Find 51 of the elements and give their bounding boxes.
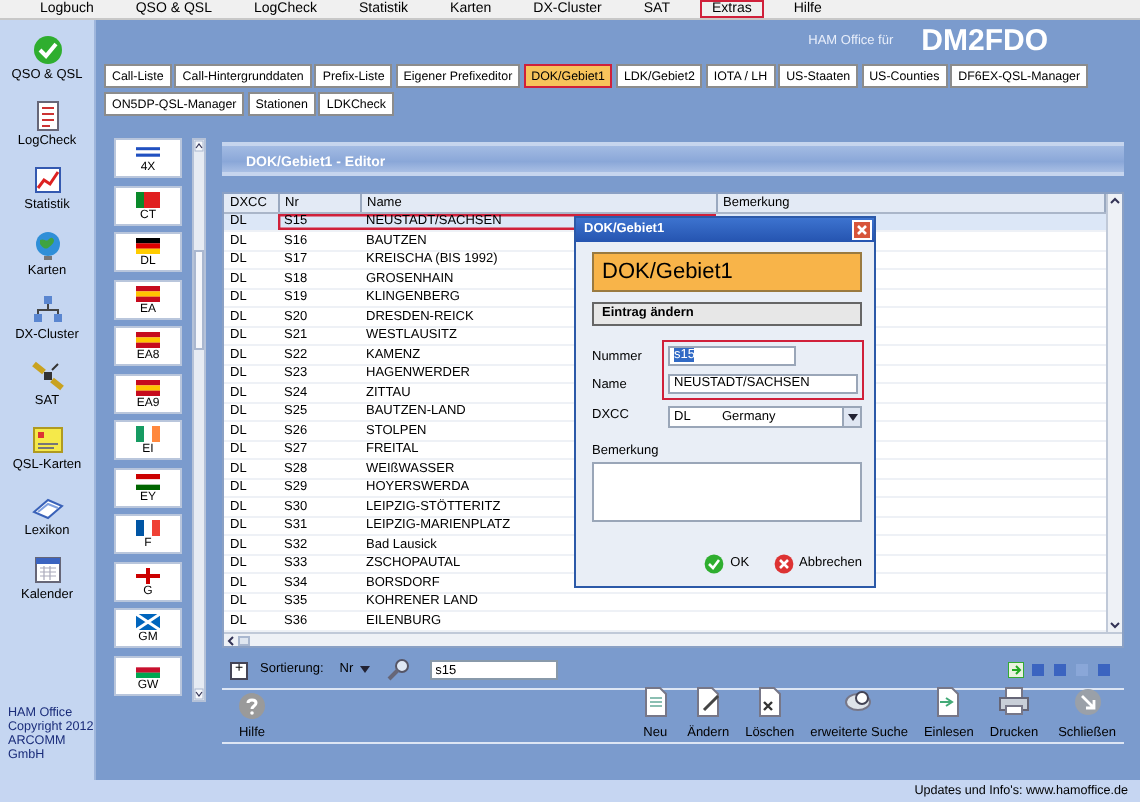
flag-icon: [136, 191, 160, 207]
scroll-up-icon: [1108, 194, 1122, 208]
check-circle-icon: [31, 34, 63, 66]
flag-icon: [136, 661, 160, 677]
delete-document-icon: [753, 685, 786, 718]
label-icon: [31, 424, 63, 456]
flag-icon: [136, 473, 160, 489]
x-icon: [773, 554, 794, 574]
scroll-thumb[interactable]: [238, 636, 250, 646]
scrollbar[interactable]: [1106, 194, 1122, 632]
flag-icon: [136, 144, 160, 160]
scroll-down-icon: [1108, 618, 1122, 632]
import-document-icon: [932, 685, 965, 718]
close-icon: [856, 224, 868, 236]
search-icon: [385, 658, 410, 682]
caret-icon: [359, 666, 370, 674]
satellite-icon: [31, 359, 63, 391]
callsign-title: DM2FDO: [921, 24, 1048, 60]
scrollbar[interactable]: [224, 632, 1122, 646]
scroll-left-icon: [224, 634, 238, 648]
globe-icon: [31, 229, 63, 261]
flag-icon: [136, 567, 160, 583]
square-icon: [1030, 662, 1046, 678]
flag-icon: [136, 520, 160, 536]
square-icon: [1052, 662, 1068, 678]
square-icon: [1096, 662, 1112, 678]
scroll-up-icon: [194, 140, 204, 152]
flag-icon: [136, 379, 160, 395]
flag-icon: [136, 426, 160, 442]
caret-icon: [847, 413, 857, 421]
network-icon: [31, 294, 63, 326]
flag-icon: [136, 332, 160, 348]
checklist-icon: [31, 99, 63, 131]
edit-document-icon: [692, 685, 725, 718]
scroll-down-icon: [194, 688, 204, 700]
close-button[interactable]: [852, 220, 872, 240]
arrow-icon: [1008, 662, 1024, 678]
check-icon: [704, 554, 725, 574]
document-icon: [639, 685, 672, 718]
scrollbar[interactable]: [192, 138, 206, 702]
remark-textarea[interactable]: [592, 462, 862, 523]
help-icon: [238, 691, 266, 720]
chart-icon: [31, 164, 63, 196]
printer-icon: [997, 685, 1030, 718]
flag-icon: [136, 238, 160, 254]
dialog-heading: DOK/Gebiet1: [592, 252, 862, 292]
flag-icon: [136, 614, 160, 630]
flag-icon: [136, 285, 160, 301]
calendar-icon: [31, 554, 63, 586]
exit-icon: [1071, 685, 1104, 718]
scroll-thumb[interactable]: [194, 250, 204, 350]
